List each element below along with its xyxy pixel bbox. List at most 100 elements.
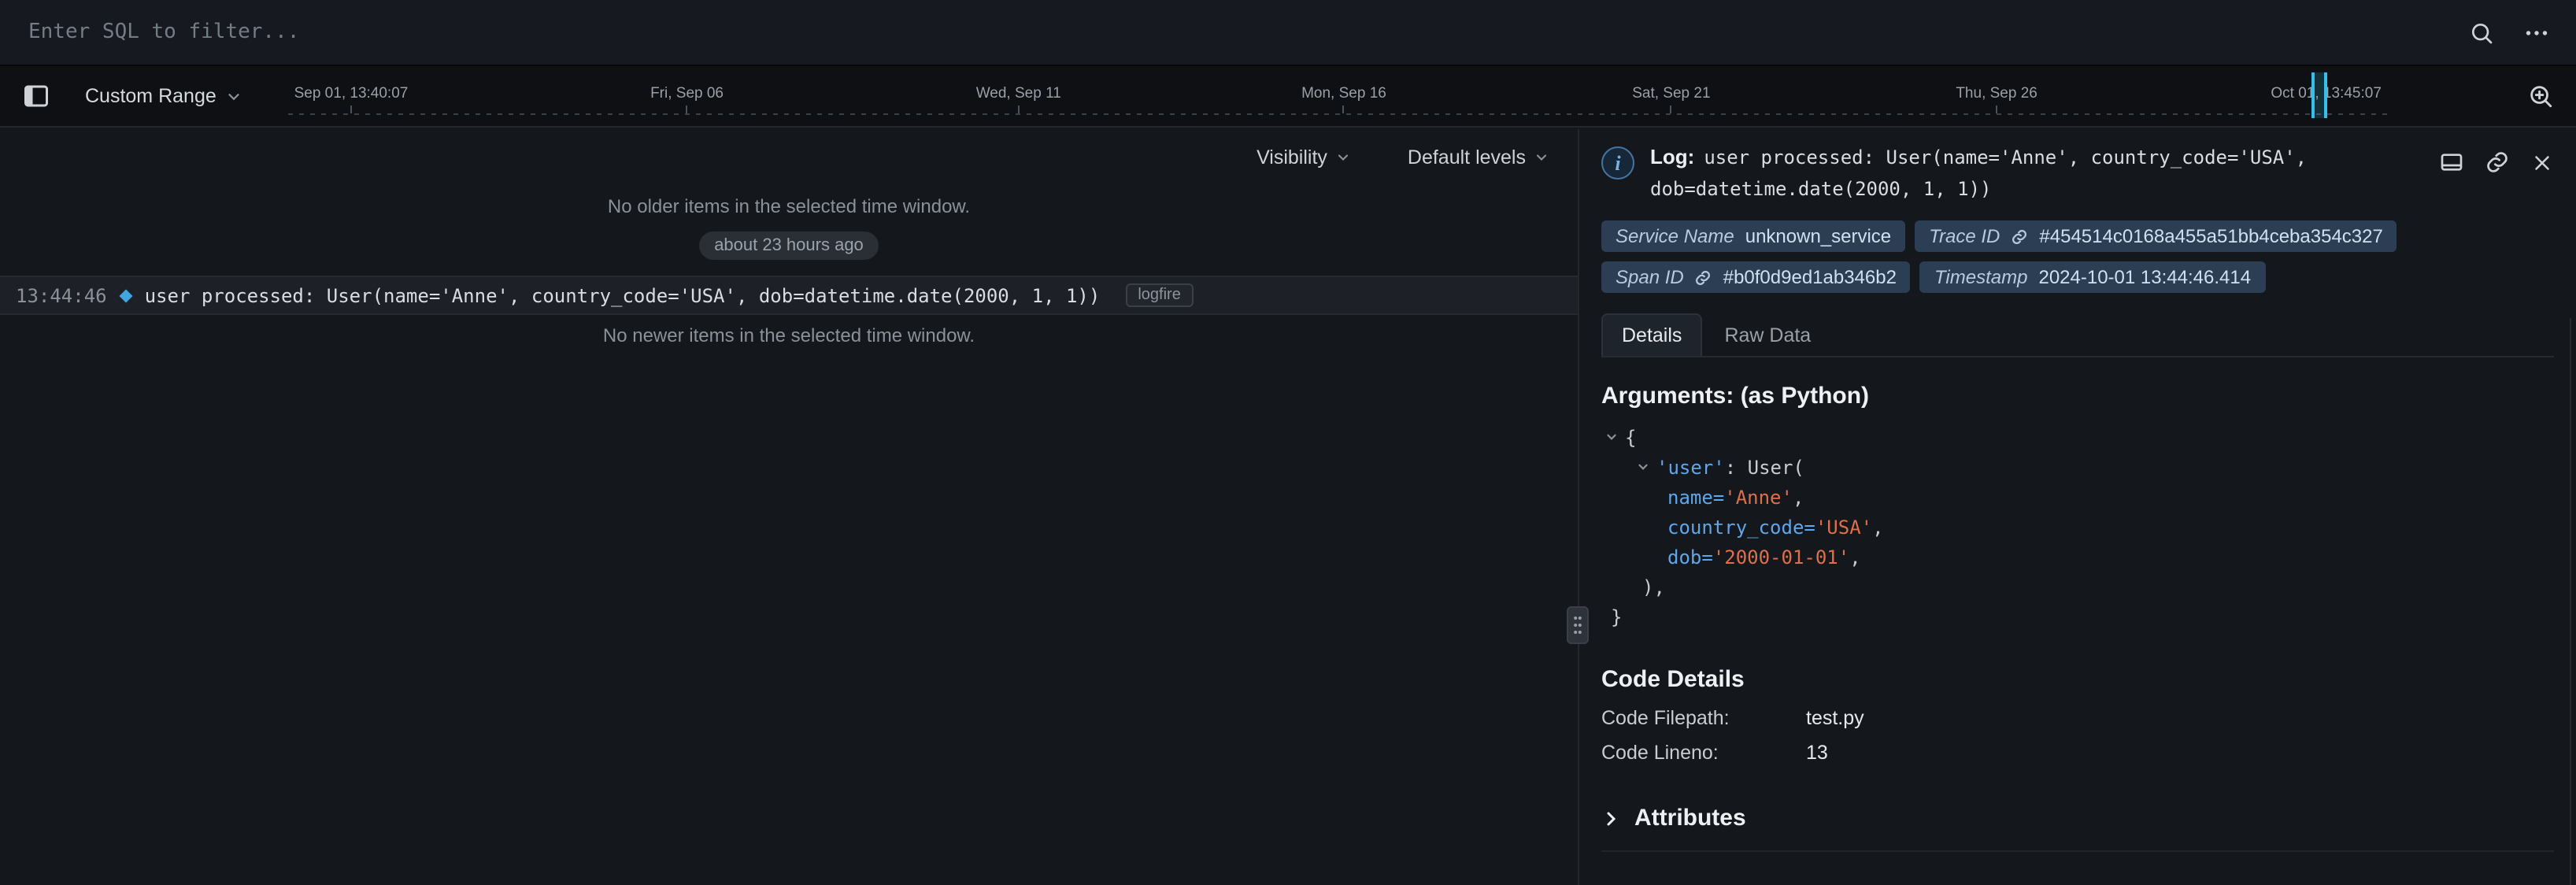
- code-token: country_code=: [1667, 516, 1815, 538]
- timeline-tick-label: Fri, Sep 06: [650, 85, 724, 102]
- visibility-label: Visibility: [1257, 146, 1327, 168]
- timeline-tick: [1018, 106, 1020, 113]
- code-details-list: Code Filepath:test.pyCode Lineno:13: [1601, 707, 2554, 764]
- chevron-right-icon: [1601, 809, 1620, 828]
- badge-label: Service Name: [1616, 225, 1734, 247]
- log-row[interactable]: 13:44:46 user processed: User(name='Anne…: [0, 276, 1578, 315]
- default-levels-label: Default levels: [1408, 146, 1526, 168]
- metadata-badge: Timestamp 2024-10-01 13:44:46.414: [1920, 261, 2265, 293]
- timeline-tick-label: Wed, Sep 11: [976, 85, 1061, 102]
- code-line: dob='2000-01-01',: [1601, 542, 2554, 572]
- detail-header-icons: [2439, 150, 2554, 175]
- code-token: 'Anne': [1724, 486, 1793, 508]
- arguments-heading-text: Arguments:: [1601, 383, 1734, 409]
- metadata-badge: Service Nameunknown_service: [1601, 220, 1905, 252]
- badge-value: #454514c0168a455a51bb4ceba354c327: [2039, 225, 2382, 247]
- detail-header: i Log:user processed: User(name='Anne', …: [1601, 142, 2554, 205]
- code-token: '2000-01-01': [1713, 546, 1849, 568]
- log-kind-label: Log:: [1650, 145, 1694, 168]
- code-token: : User(: [1725, 456, 1804, 478]
- code-token: }: [1611, 605, 1622, 628]
- timeline-tick: [1671, 106, 1672, 113]
- detail-tabs: Details Raw Data: [1601, 313, 2554, 357]
- custom-range-dropdown[interactable]: Custom Range: [76, 83, 253, 109]
- badge-label: Timestamp: [1934, 266, 2028, 288]
- logs-list-panel: Visibility Default levels No older items…: [0, 129, 1579, 885]
- timeline-tick-label: Sat, Sep 21: [1632, 85, 1710, 102]
- code-detail-value: 13: [1806, 742, 2554, 764]
- log-detail-panel: i Log:user processed: User(name='Anne', …: [1579, 129, 2576, 885]
- code-token: {: [1625, 426, 1636, 448]
- relative-time-badge: about 23 hours ago: [698, 231, 879, 260]
- list-header: Visibility Default levels: [0, 129, 1578, 186]
- metadata-badge[interactable]: Span ID#b0f0d9ed1ab346b2: [1601, 261, 1911, 293]
- log-tag-chip[interactable]: logfire: [1125, 283, 1194, 307]
- code-token: 'USA': [1815, 516, 1872, 538]
- search-icon[interactable]: [2469, 20, 2494, 45]
- timeline-tick-label: Thu, Sep 26: [1956, 85, 2037, 102]
- timeline-tick: [687, 106, 688, 113]
- metadata-badges: Service Nameunknown_service Trace ID#4545…: [1601, 220, 2483, 293]
- code-details-heading: Code Details: [1601, 666, 2554, 693]
- relative-time-wrap: about 23 hours ago: [0, 230, 1578, 260]
- timeline-tick: [1996, 106, 1997, 113]
- main-area: Visibility Default levels No older items…: [0, 129, 2576, 885]
- log-timestamp: 13:44:46: [16, 284, 107, 306]
- chevron-down-icon: [226, 87, 243, 105]
- copy-link-icon[interactable]: [2485, 150, 2510, 175]
- section-divider: [1601, 850, 2554, 852]
- code-detail-value: test.py: [1806, 707, 2554, 729]
- timeline-tick-label: Mon, Sep 16: [1301, 85, 1386, 102]
- arguments-code-block: {'user': User(name='Anne',country_code='…: [1601, 422, 2554, 631]
- timeline-selection[interactable]: [2311, 72, 2327, 118]
- info-icon: i: [1601, 146, 1634, 180]
- code-line: {: [1601, 422, 2554, 452]
- tab-details[interactable]: Details: [1601, 313, 1702, 356]
- log-level-icon: [119, 289, 132, 302]
- chevron-down-icon: [1534, 150, 1549, 165]
- attributes-label: Attributes: [1634, 805, 1746, 831]
- collapse-toggle-icon[interactable]: [1604, 430, 1619, 444]
- arguments-heading-note: (as Python): [1741, 383, 1869, 409]
- code-line: country_code='USA',: [1601, 512, 2554, 542]
- dock-panel-icon[interactable]: [2439, 150, 2464, 175]
- sql-filter-input[interactable]: [25, 19, 2469, 46]
- metadata-badge[interactable]: Trace ID#454514c0168a455a51bb4ceba354c32…: [1915, 220, 2397, 252]
- link-icon: [2011, 228, 2028, 245]
- close-icon[interactable]: [2530, 150, 2554, 175]
- code-token: ),: [1642, 576, 1665, 598]
- code-token: ,: [1872, 516, 1883, 538]
- sql-filter-bar: [0, 0, 2576, 66]
- panel-resize-handle[interactable]: [1567, 606, 1589, 644]
- default-levels-dropdown[interactable]: Default levels: [1398, 145, 1559, 170]
- app: Custom Range Sep 01, 13:40:07 Fri, Sep 06…: [0, 0, 2576, 885]
- badge-value: #b0f0d9ed1ab346b2: [1723, 266, 1897, 288]
- code-token: name=: [1667, 486, 1724, 508]
- sidebar-toggle-icon[interactable]: [22, 82, 50, 110]
- zoom-in-icon[interactable]: [2527, 83, 2554, 109]
- chevron-down-icon: [1335, 150, 1351, 165]
- timeline-bar: Custom Range Sep 01, 13:40:07 Fri, Sep 06…: [0, 66, 2576, 128]
- timeline-tick-label: Sep 01, 13:40:07: [294, 85, 409, 102]
- more-options-icon[interactable]: [2522, 18, 2551, 46]
- timeline-tick: [1343, 106, 1345, 113]
- detail-title-message: user processed: User(name='Anne', countr…: [1650, 146, 2307, 200]
- no-older-items-text: No older items in the selected time wind…: [0, 195, 1578, 217]
- topbar-icons: [2469, 18, 2551, 46]
- attributes-toggle[interactable]: Attributes: [1601, 805, 1746, 831]
- log-message: user processed: User(name='Anne', countr…: [145, 284, 1101, 306]
- code-token: ,: [1849, 546, 1860, 568]
- timeline-axis[interactable]: Sep 01, 13:40:07 Fri, Sep 06 Wed, Sep 11 Mo…: [288, 66, 2387, 124]
- badge-value: 2024-10-01 13:44:46.414: [2038, 266, 2251, 288]
- detail-title: Log:user processed: User(name='Anne', co…: [1650, 142, 2390, 205]
- timeline-baseline: [288, 113, 2387, 115]
- code-line: 'user': User(: [1601, 452, 2554, 482]
- collapse-toggle-icon[interactable]: [1636, 460, 1650, 474]
- tab-raw-data[interactable]: Raw Data: [1705, 315, 1830, 356]
- timeline-tick: [350, 106, 352, 113]
- code-line: ),: [1601, 572, 2554, 602]
- arguments-heading: Arguments: (as Python): [1601, 383, 2554, 409]
- code-token: ,: [1793, 486, 1804, 508]
- visibility-dropdown[interactable]: Visibility: [1247, 145, 1360, 170]
- code-detail-label: Code Lineno:: [1601, 742, 1806, 764]
